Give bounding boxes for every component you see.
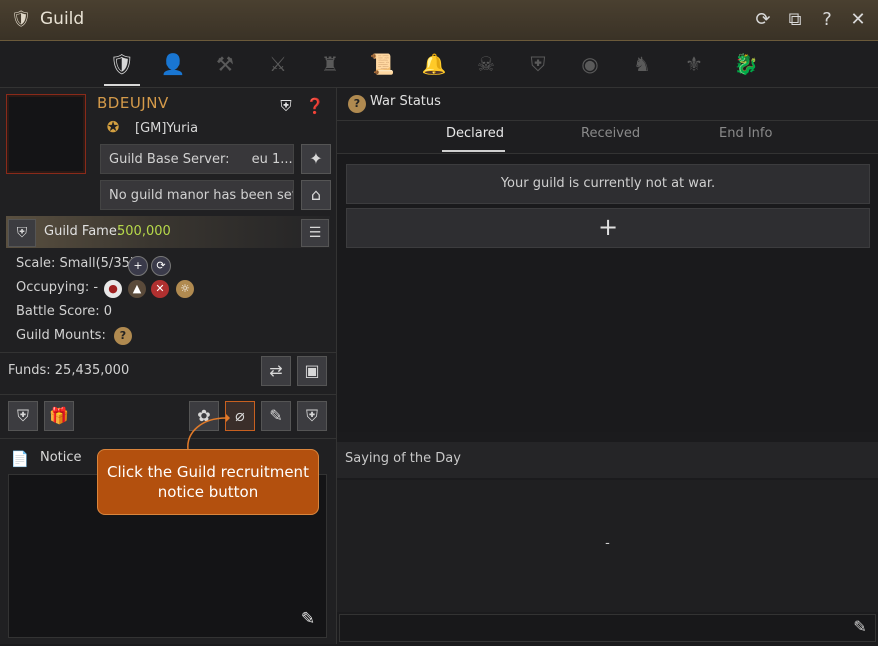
- occupy-fort-icon[interactable]: ▲: [128, 280, 146, 298]
- guild-crest-icon: 🛡: [10, 9, 32, 28]
- tab-received[interactable]: Received: [581, 126, 640, 141]
- guild-edit-button[interactable]: ✎: [261, 401, 291, 431]
- divider: [0, 352, 336, 353]
- guild-leave-button[interactable]: ⛨: [297, 401, 327, 431]
- tab-scroll-icon[interactable]: 📜: [365, 47, 399, 81]
- divider: [0, 394, 336, 395]
- guild-master-name: [GM]Yuria: [135, 121, 199, 136]
- guild-emblem-button[interactable]: ⛨: [8, 401, 38, 431]
- mounts-help-icon[interactable]: ?: [114, 327, 132, 345]
- occupy-siege-icon[interactable]: ✕: [151, 280, 169, 298]
- guild-fame-label: Guild Fame:: [44, 224, 122, 239]
- guild-manor-text: No guild manor has been set.: [109, 188, 294, 203]
- tab-dragon-icon[interactable]: 🐉: [729, 47, 763, 81]
- war-status-title: War Status: [370, 94, 441, 109]
- guild-name: BDEUJNV: [97, 94, 169, 112]
- close-icon[interactable]: ✕: [846, 8, 870, 32]
- guild-gift-button[interactable]: 🎁: [44, 401, 74, 431]
- guild-info-scroll-icon[interactable]: ❓: [305, 97, 325, 117]
- saying-input[interactable]: [339, 614, 876, 642]
- divider: [0, 438, 336, 439]
- server-network-button[interactable]: ✦: [301, 144, 331, 174]
- popout-icon[interactable]: ⧉: [783, 8, 807, 32]
- scale-add-icon[interactable]: +: [128, 256, 148, 276]
- notice-edit-pencil-icon[interactable]: ✎: [297, 609, 319, 631]
- war-status-message: Your guild is currently not at war.: [346, 164, 870, 204]
- guild-manor-button[interactable]: ⌂: [301, 180, 331, 210]
- tab-war-icon[interactable]: ⚔: [261, 47, 295, 81]
- tab-tower-icon[interactable]: ♜: [313, 47, 347, 81]
- guild-occupying: Occupying: -: [16, 280, 99, 295]
- tab-alliance-icon[interactable]: ◉: [573, 47, 607, 81]
- tab-quest-icon[interactable]: ⚒: [208, 47, 242, 81]
- tab-members-icon[interactable]: 👤: [156, 47, 190, 81]
- guild-battle-score: Battle Score: 0: [16, 304, 113, 319]
- guild-fame-icon[interactable]: ⛨: [8, 219, 36, 247]
- declared-tab-indicator: [442, 150, 505, 152]
- tab-declared[interactable]: Declared: [446, 126, 504, 141]
- declare-war-button[interactable]: +: [346, 208, 870, 248]
- refresh-icon[interactable]: ⟳: [751, 8, 775, 32]
- guild-fame-value: 500,000: [117, 224, 171, 239]
- base-server-label: Guild Base Server:: [109, 152, 230, 167]
- notice-icon: 📄: [10, 450, 30, 468]
- notice-label: Notice: [40, 450, 82, 465]
- saying-edit-pencil-icon[interactable]: ✎: [849, 617, 871, 639]
- war-status-help-icon[interactable]: ?: [348, 95, 366, 113]
- tab-shield-icon[interactable]: ⛨: [521, 47, 555, 81]
- saying-of-day-title: Saying of the Day: [345, 451, 461, 466]
- window-title: Guild: [40, 9, 85, 29]
- active-tab-indicator: [104, 84, 140, 86]
- instruction-tooltip: Click the Guild recruitment notice butto…: [97, 449, 319, 515]
- guild-shield-icon[interactable]: ⛨: [276, 97, 296, 117]
- tab-end-info[interactable]: End Info: [719, 126, 772, 141]
- saying-of-day-text: -: [605, 536, 610, 551]
- tab-guild-info-icon[interactable]: 🛡: [105, 47, 139, 81]
- occupy-node-icon[interactable]: ●: [104, 280, 122, 298]
- guild-master-icon: ✪: [106, 118, 120, 136]
- fame-log-button[interactable]: ☰: [301, 219, 329, 247]
- guild-funds: Funds: 25,435,000: [8, 363, 130, 378]
- guild-manor-box: No guild manor has been set.: [100, 180, 294, 210]
- guild-storage-button[interactable]: ▣: [297, 356, 327, 386]
- occupy-territory-icon[interactable]: ☼: [176, 280, 194, 298]
- tab-mount-icon[interactable]: ♞: [625, 47, 659, 81]
- funds-transfer-button[interactable]: ⇄: [261, 356, 291, 386]
- scale-refresh-icon[interactable]: ⟳: [151, 256, 171, 276]
- tab-fleur-icon[interactable]: ⚜: [677, 47, 711, 81]
- tab-boss-icon[interactable]: ☠: [469, 47, 503, 81]
- tab-bell-icon[interactable]: 🔔: [417, 47, 451, 81]
- help-icon[interactable]: ?: [815, 8, 839, 32]
- title-bar: [0, 0, 878, 41]
- guild-scale: Scale: Small(5/35): [16, 256, 135, 271]
- guild-mounts-label: Guild Mounts:: [16, 328, 106, 343]
- guild-emblem[interactable]: [6, 94, 86, 174]
- base-server-value: eu 1...: [251, 152, 293, 167]
- base-server-box: Guild Base Server: eu 1...: [100, 144, 294, 174]
- tooltip-pointer-line: [187, 414, 230, 451]
